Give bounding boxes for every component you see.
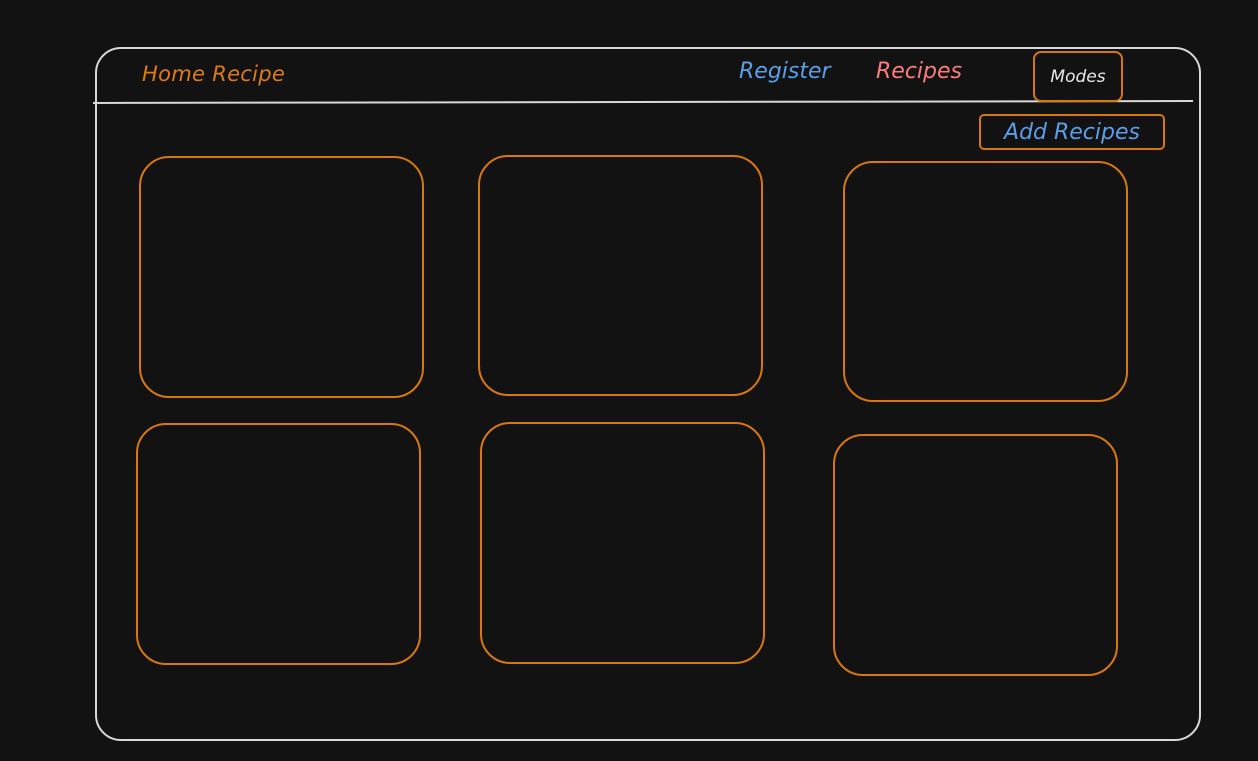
add-recipes-button-label: Add Recipes — [1004, 119, 1140, 145]
nav-recipes-link[interactable]: Recipes — [876, 59, 962, 84]
modes-button-label: Modes — [1050, 66, 1106, 87]
recipe-card-3[interactable] — [843, 161, 1128, 402]
brand-title[interactable]: Home Recipe — [142, 62, 285, 86]
modes-button[interactable]: Modes — [1033, 51, 1123, 102]
add-recipes-button[interactable]: Add Recipes — [979, 114, 1165, 150]
recipe-card-1[interactable] — [139, 156, 424, 398]
page-canvas: Home Recipe Register Recipes Modes Add R… — [0, 0, 1258, 761]
recipe-card-5[interactable] — [480, 422, 765, 664]
recipe-card-6[interactable] — [833, 434, 1118, 676]
recipe-card-4[interactable] — [136, 423, 421, 665]
recipe-card-2[interactable] — [478, 155, 763, 396]
nav-register-link[interactable]: Register — [739, 59, 831, 84]
